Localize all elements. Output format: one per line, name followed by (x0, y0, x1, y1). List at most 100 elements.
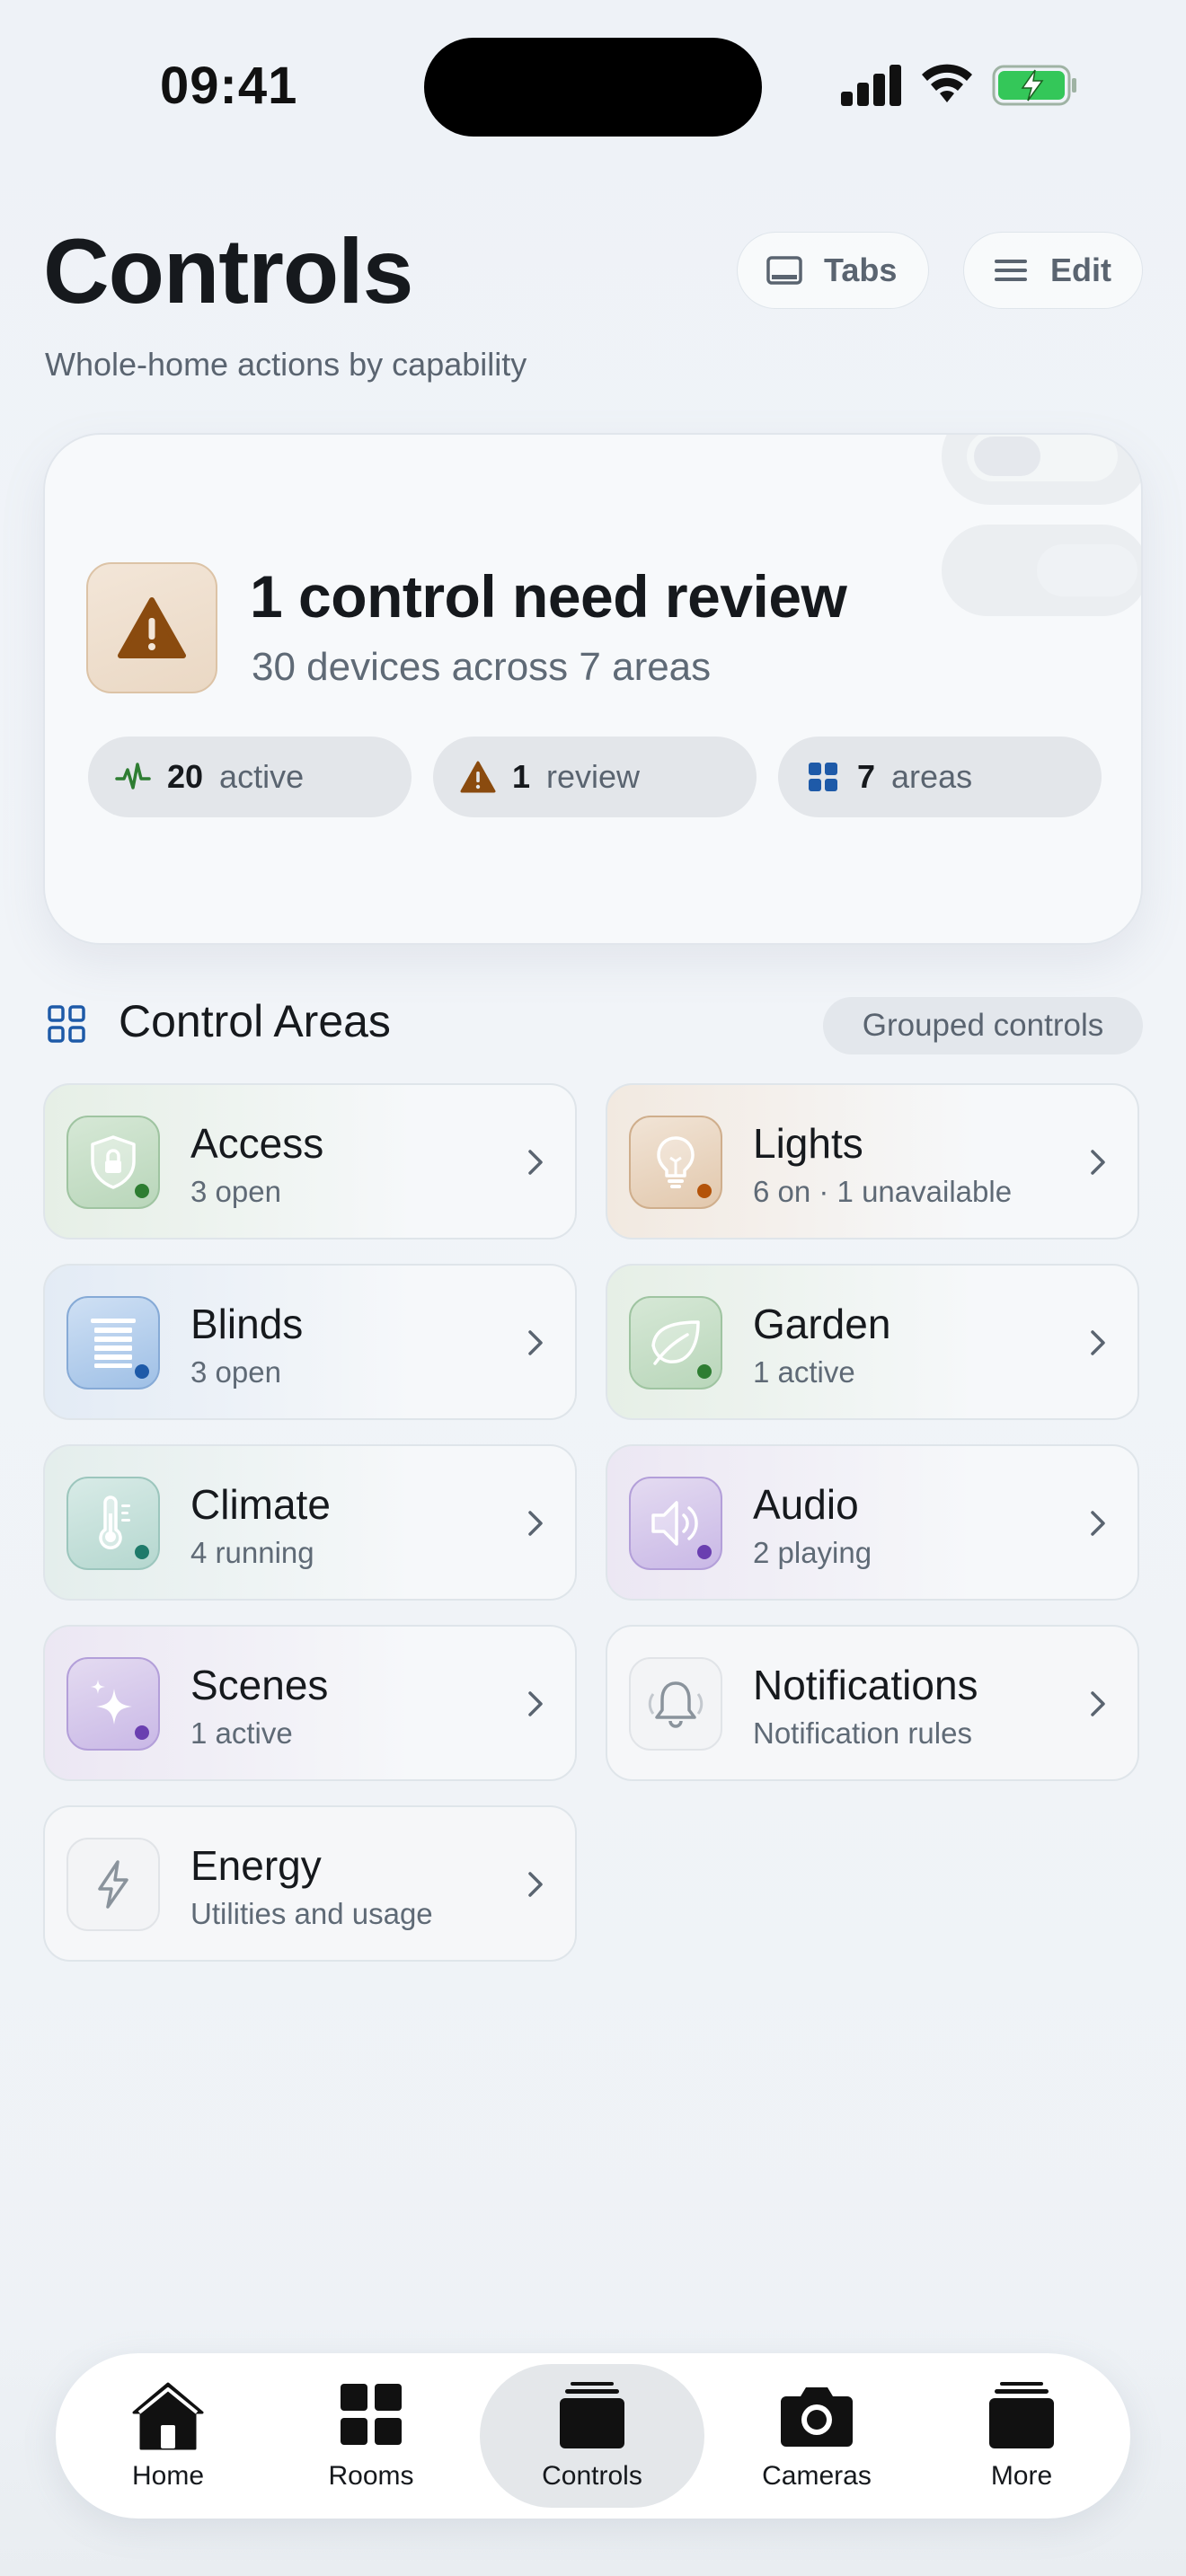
area-status: Utilities and usage (190, 1897, 433, 1930)
toggle-decoration (942, 525, 1141, 616)
chevron-right-icon (528, 1330, 543, 1355)
list-icon (995, 260, 1027, 281)
page-subtitle: Whole-home actions by capability (45, 346, 527, 383)
tab-bar: Home Rooms Controls Cameras More (56, 2353, 1130, 2519)
status-dot (697, 1184, 712, 1198)
bolt-icon (98, 1860, 128, 1909)
edit-button[interactable]: Edit (963, 232, 1143, 309)
status-dot (697, 1364, 712, 1379)
area-icon-tile (66, 1116, 160, 1209)
area-card-access[interactable]: Access 3 open (43, 1083, 577, 1239)
tab-rooms[interactable]: Rooms (259, 2364, 483, 2508)
tab-label: Controls (542, 2461, 642, 2491)
area-card-garden[interactable]: Garden 1 active (606, 1264, 1139, 1420)
warning-icon (460, 761, 496, 793)
chevron-right-icon (1091, 1330, 1105, 1355)
controls-stack-icon (560, 2382, 624, 2448)
stat-areas-value: 7 (857, 758, 876, 795)
status-dot (135, 1364, 149, 1379)
area-status: Notification rules (753, 1716, 972, 1750)
chevron-right-icon (1091, 1150, 1105, 1175)
area-name: Audio (753, 1481, 859, 1528)
camera-icon (781, 2387, 853, 2447)
bell-icon (648, 1681, 704, 1728)
stat-review[interactable]: 1 review (433, 737, 757, 817)
area-card-energy[interactable]: Energy Utilities and usage (43, 1805, 577, 1962)
toggle-decoration (942, 435, 1141, 505)
shield-lock-icon (91, 1135, 136, 1189)
area-icon-tile (66, 1477, 160, 1570)
area-status: 1 active (190, 1716, 293, 1750)
edit-button-label: Edit (1050, 251, 1111, 288)
status-bar: 09:41 (0, 0, 1186, 180)
status-dot (135, 1184, 149, 1198)
chevron-right-icon (528, 1691, 543, 1716)
area-status: 2 playing (753, 1536, 872, 1569)
area-icon-tile (66, 1838, 160, 1931)
leaf-icon (651, 1320, 700, 1365)
tab-label: Rooms (328, 2461, 414, 2491)
area-status: 3 open (190, 1355, 281, 1389)
area-name: Climate (190, 1481, 331, 1528)
lightbulb-icon (657, 1136, 695, 1188)
blinds-icon (91, 1319, 136, 1368)
area-card-audio[interactable]: Audio 2 playing (606, 1444, 1139, 1601)
tabs-button-label: Tabs (824, 251, 898, 288)
wifi-icon (922, 64, 972, 102)
area-name: Blinds (190, 1301, 304, 1347)
area-card-notifications[interactable]: Notifications Notification rules (606, 1625, 1139, 1781)
tab-cameras[interactable]: Cameras (704, 2364, 929, 2508)
area-icon-tile (629, 1657, 722, 1751)
area-card-scenes[interactable]: Scenes 1 active (43, 1625, 577, 1781)
area-name: Notifications (753, 1662, 978, 1708)
area-name: Garden (753, 1301, 891, 1347)
chevron-right-icon (528, 1872, 543, 1897)
area-status: 3 open (190, 1175, 281, 1208)
warning-icon (118, 597, 186, 658)
tab-controls[interactable]: Controls (480, 2364, 704, 2508)
area-status: 6 on · 1 unavailable (753, 1175, 1013, 1208)
review-summary-card[interactable]: 1 control need review 30 devices across … (43, 433, 1143, 945)
area-name: Energy (190, 1842, 322, 1889)
area-name: Scenes (190, 1662, 329, 1708)
tab-home[interactable]: Home (56, 2364, 280, 2508)
stat-areas-label: areas (891, 758, 973, 795)
area-icon-tile (66, 1657, 160, 1751)
stat-active[interactable]: 20 active (88, 737, 412, 817)
chevron-right-icon (528, 1150, 543, 1175)
grid-icon (809, 763, 837, 791)
status-time: 09:41 (160, 57, 298, 115)
grouped-controls-badge: Grouped controls (823, 997, 1143, 1054)
chevron-right-icon (1091, 1691, 1105, 1716)
stat-areas[interactable]: 7 areas (778, 737, 1102, 817)
area-name: Access (190, 1120, 324, 1167)
page-title: Controls (43, 220, 413, 322)
summary-title: 1 control need review (250, 563, 847, 630)
area-card-lights[interactable]: Lights 6 on · 1 unavailable (606, 1083, 1139, 1239)
battery-charging-icon (992, 65, 1076, 106)
tab-label: Cameras (762, 2461, 872, 2491)
sparkle-icon (91, 1680, 132, 1725)
tablet-icon (766, 256, 802, 285)
area-card-climate[interactable]: Climate 4 running (43, 1444, 577, 1601)
home-icon (132, 2382, 204, 2450)
section-title: Control Areas (119, 996, 391, 1046)
thermometer-icon (99, 1495, 130, 1549)
area-card-blinds[interactable]: Blinds 3 open (43, 1264, 577, 1420)
chevron-right-icon (528, 1511, 543, 1536)
speaker-icon (651, 1501, 698, 1546)
tab-more[interactable]: More (909, 2364, 1134, 2508)
status-dot (135, 1725, 149, 1740)
area-icon-tile (629, 1116, 722, 1209)
area-icon-tile (629, 1296, 722, 1389)
chevron-right-icon (1091, 1511, 1105, 1536)
tabs-button[interactable]: Tabs (737, 232, 929, 309)
activity-icon (115, 763, 151, 790)
rooms-grid-icon (341, 2384, 402, 2445)
status-dot (135, 1545, 149, 1559)
stat-active-label: active (219, 758, 305, 795)
dynamic-island (424, 38, 762, 137)
area-icon-tile (629, 1477, 722, 1570)
grid-outline-icon (48, 1005, 85, 1043)
tab-label: More (990, 2461, 1053, 2491)
